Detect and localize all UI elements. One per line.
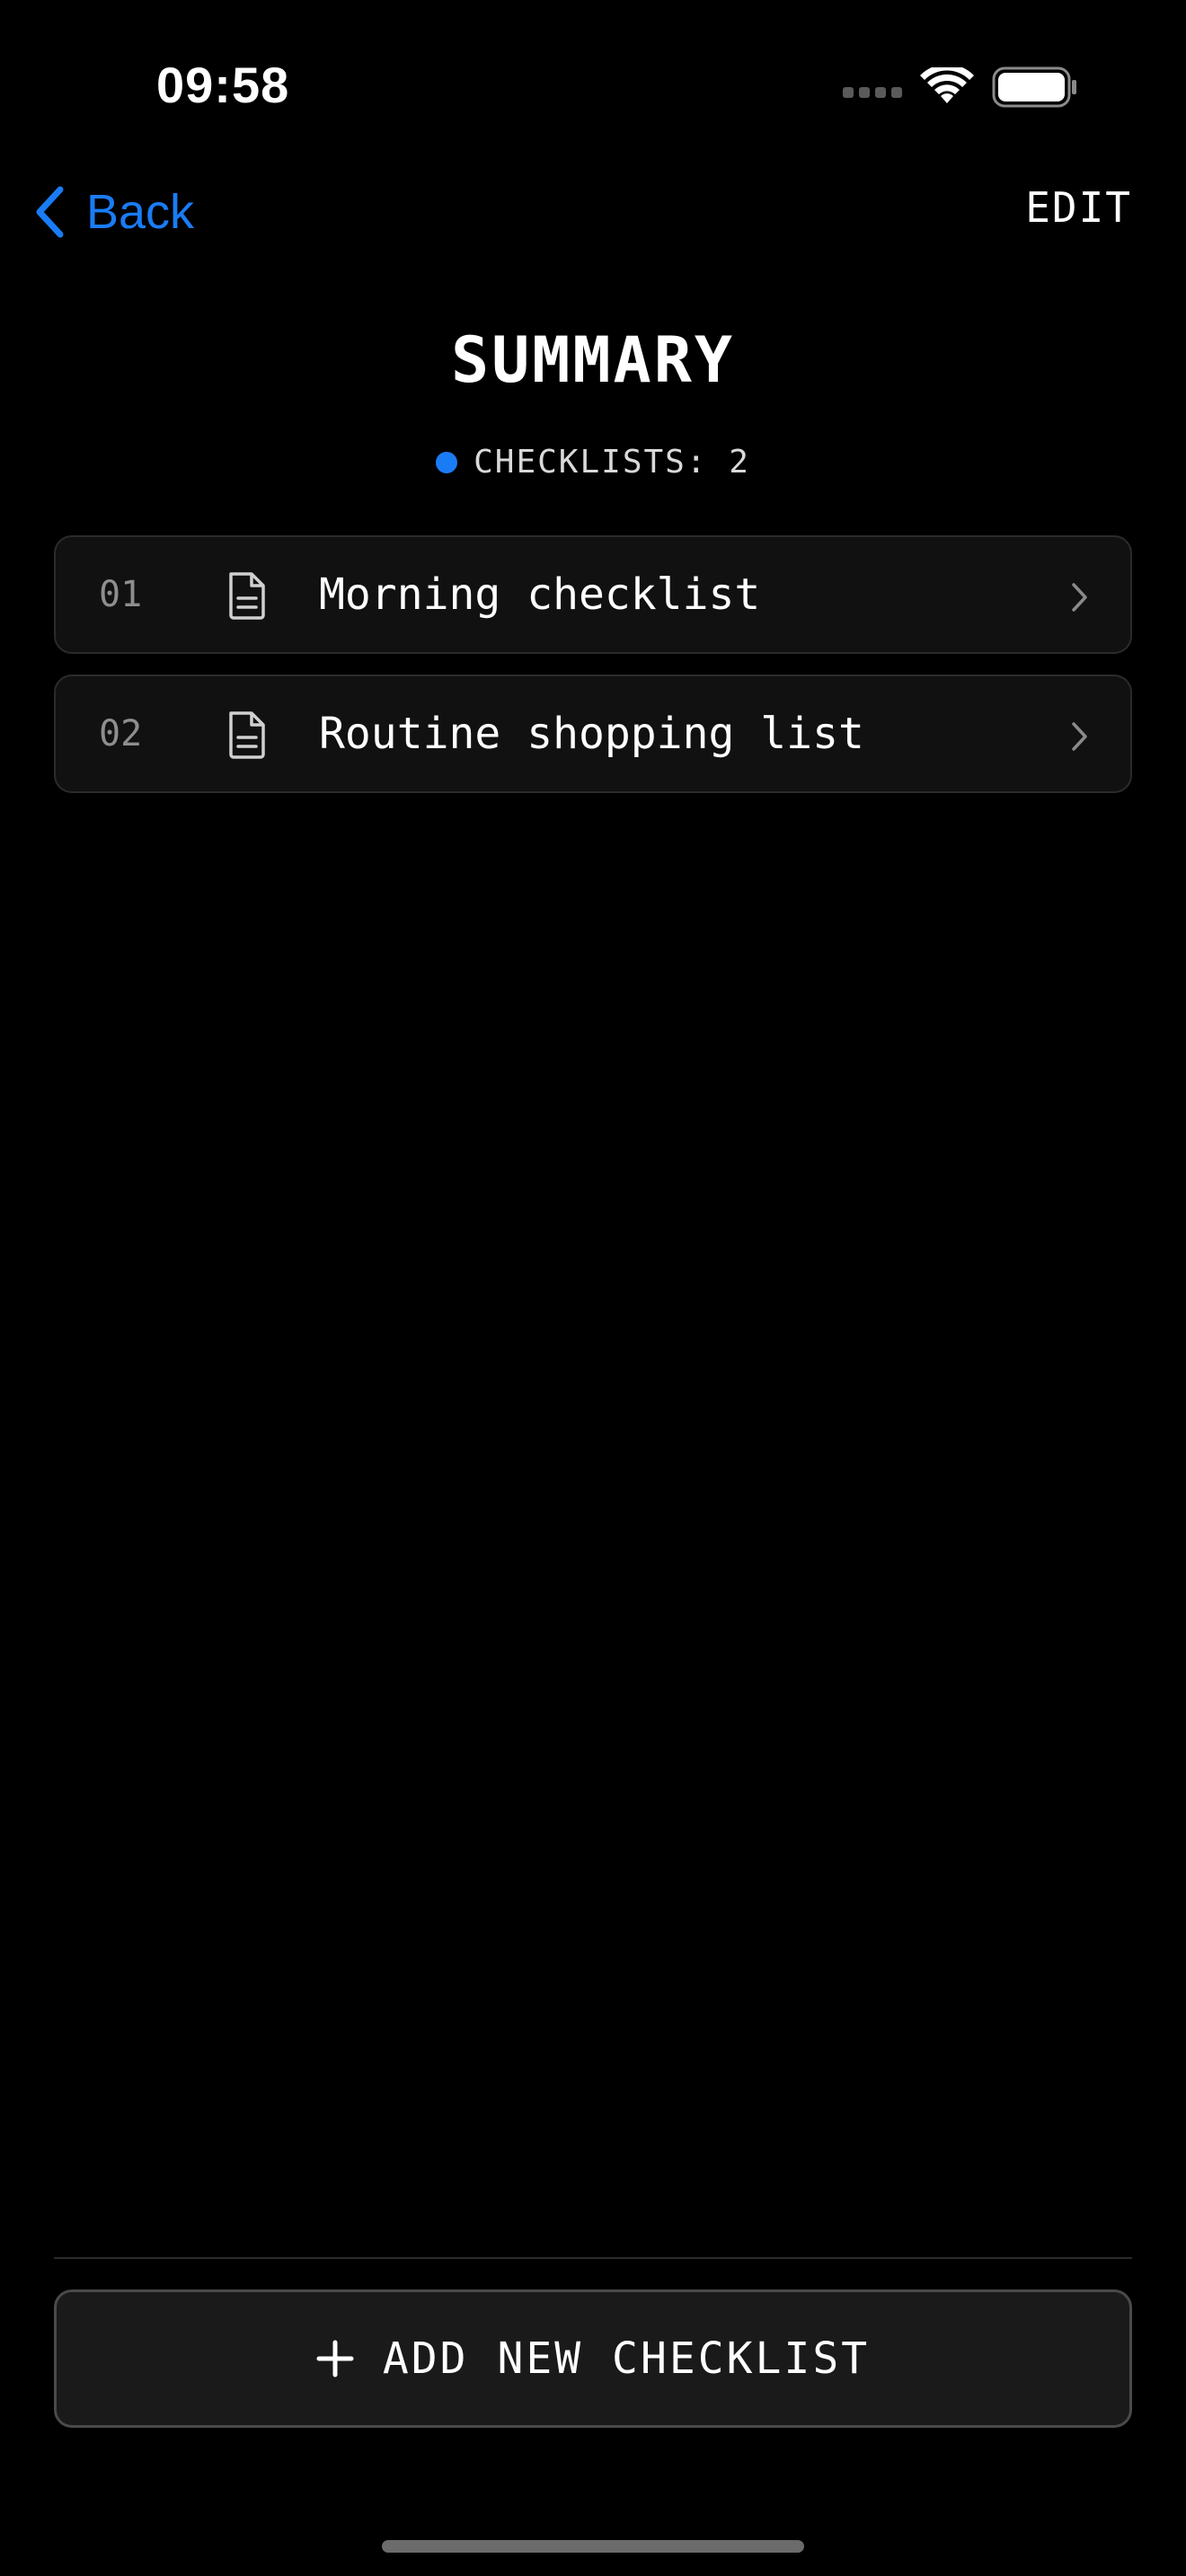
page-title: SUMMARY bbox=[450, 323, 735, 397]
back-button[interactable]: Back bbox=[34, 176, 194, 248]
battery-icon bbox=[992, 66, 1076, 108]
add-new-checklist-label: ADD NEW CHECKLIST bbox=[382, 2333, 871, 2384]
status-time: 09:58 bbox=[156, 57, 290, 113]
row-title: Morning checklist bbox=[319, 569, 761, 620]
row-index: 01 bbox=[99, 574, 143, 615]
chevron-left-icon bbox=[36, 186, 64, 238]
checklist-list: 01 Morning checklist 02 Routine shopping… bbox=[54, 535, 1132, 814]
back-button-label: Back bbox=[86, 185, 195, 239]
plus-icon bbox=[316, 2340, 354, 2378]
document-icon bbox=[229, 711, 265, 759]
wifi-icon bbox=[920, 67, 974, 103]
checklist-count-label: CHECKLISTS: 2 bbox=[474, 444, 750, 481]
document-icon bbox=[229, 572, 265, 620]
checklist-count: CHECKLISTS: 2 bbox=[0, 444, 1186, 481]
bottom-divider bbox=[54, 2257, 1132, 2259]
status-dot-icon bbox=[436, 451, 458, 473]
row-title: Routine shopping list bbox=[319, 709, 864, 759]
signal-dots-icon bbox=[843, 87, 902, 98]
add-new-checklist-button[interactable]: ADD NEW CHECKLIST bbox=[54, 2289, 1132, 2428]
checklist-row[interactable]: 01 Morning checklist bbox=[54, 535, 1132, 654]
home-indicator[interactable] bbox=[382, 2540, 804, 2553]
row-index: 02 bbox=[99, 713, 143, 754]
chevron-right-icon bbox=[1072, 583, 1087, 612]
checklist-row[interactable]: 02 Routine shopping list bbox=[54, 675, 1132, 793]
edit-button[interactable]: EDIT bbox=[1025, 183, 1132, 232]
status-icons bbox=[843, 65, 1078, 110]
chevron-right-icon bbox=[1072, 722, 1087, 751]
